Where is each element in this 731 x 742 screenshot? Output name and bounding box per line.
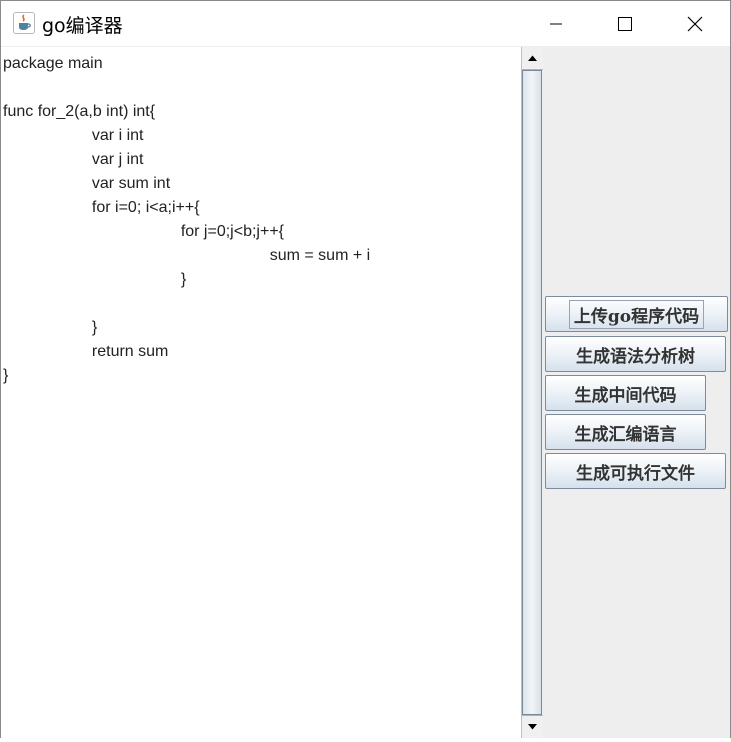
code-line: for j=0;j<b;j++{	[3, 223, 284, 240]
minimize-button[interactable]	[521, 1, 591, 46]
code-line: }	[3, 319, 98, 336]
upload-go-code-button[interactable]: 上传go程序代码	[545, 296, 728, 332]
code-line: sum = sum + i	[3, 247, 371, 264]
generate-executable-button[interactable]: 生成可执行文件	[545, 453, 726, 489]
title-bar[interactable]: go编译器	[1, 1, 730, 46]
window-title: go编译器	[42, 15, 123, 37]
code-line: }	[3, 271, 187, 288]
executable-button-label: 生成可执行文件	[576, 463, 695, 484]
assembly-button-label: 生成汇编语言	[574, 424, 677, 445]
code-line: var j int	[3, 151, 144, 168]
code-line: return sum	[3, 343, 169, 360]
generate-assembly-button[interactable]: 生成汇编语言	[545, 414, 706, 450]
code-line: package main	[3, 55, 103, 72]
code-line: for i=0; i<a;i++{	[3, 199, 200, 216]
maximize-icon	[618, 17, 632, 31]
java-cup-icon	[13, 12, 35, 34]
upload-button-label: 上传go程序代码	[568, 299, 705, 329]
intermediate-button-label: 生成中间代码	[574, 385, 677, 406]
app-window: go编译器 package main func for_2(a,b int) i…	[0, 0, 731, 738]
arrow-up-icon	[528, 55, 537, 61]
code-editor[interactable]: package main func for_2(a,b int) int{ va…	[1, 47, 521, 738]
code-line: var sum int	[3, 175, 171, 192]
generate-intermediate-code-button[interactable]: 生成中间代码	[545, 375, 706, 411]
parse-tree-button-label: 生成语法分析树	[576, 346, 695, 367]
vertical-scrollbar[interactable]	[521, 47, 543, 738]
code-text: package main func for_2(a,b int) int{ va…	[3, 52, 370, 388]
code-line: var i int	[3, 127, 144, 144]
generate-parse-tree-button[interactable]: 生成语法分析树	[545, 336, 726, 372]
arrow-down-icon	[528, 724, 537, 730]
close-icon	[687, 16, 703, 32]
scroll-up-button[interactable]	[522, 47, 543, 70]
minimize-icon	[550, 23, 562, 25]
scroll-thumb[interactable]	[522, 70, 542, 715]
action-panel: 上传go程序代码 生成语法分析树 生成中间代码 生成汇编语言 生成可执行文件	[543, 47, 730, 738]
code-line: }	[3, 367, 9, 384]
scroll-down-button[interactable]	[522, 715, 543, 738]
maximize-button[interactable]	[590, 1, 660, 46]
close-button[interactable]	[660, 1, 730, 46]
code-line: func for_2(a,b int) int{	[3, 103, 156, 120]
